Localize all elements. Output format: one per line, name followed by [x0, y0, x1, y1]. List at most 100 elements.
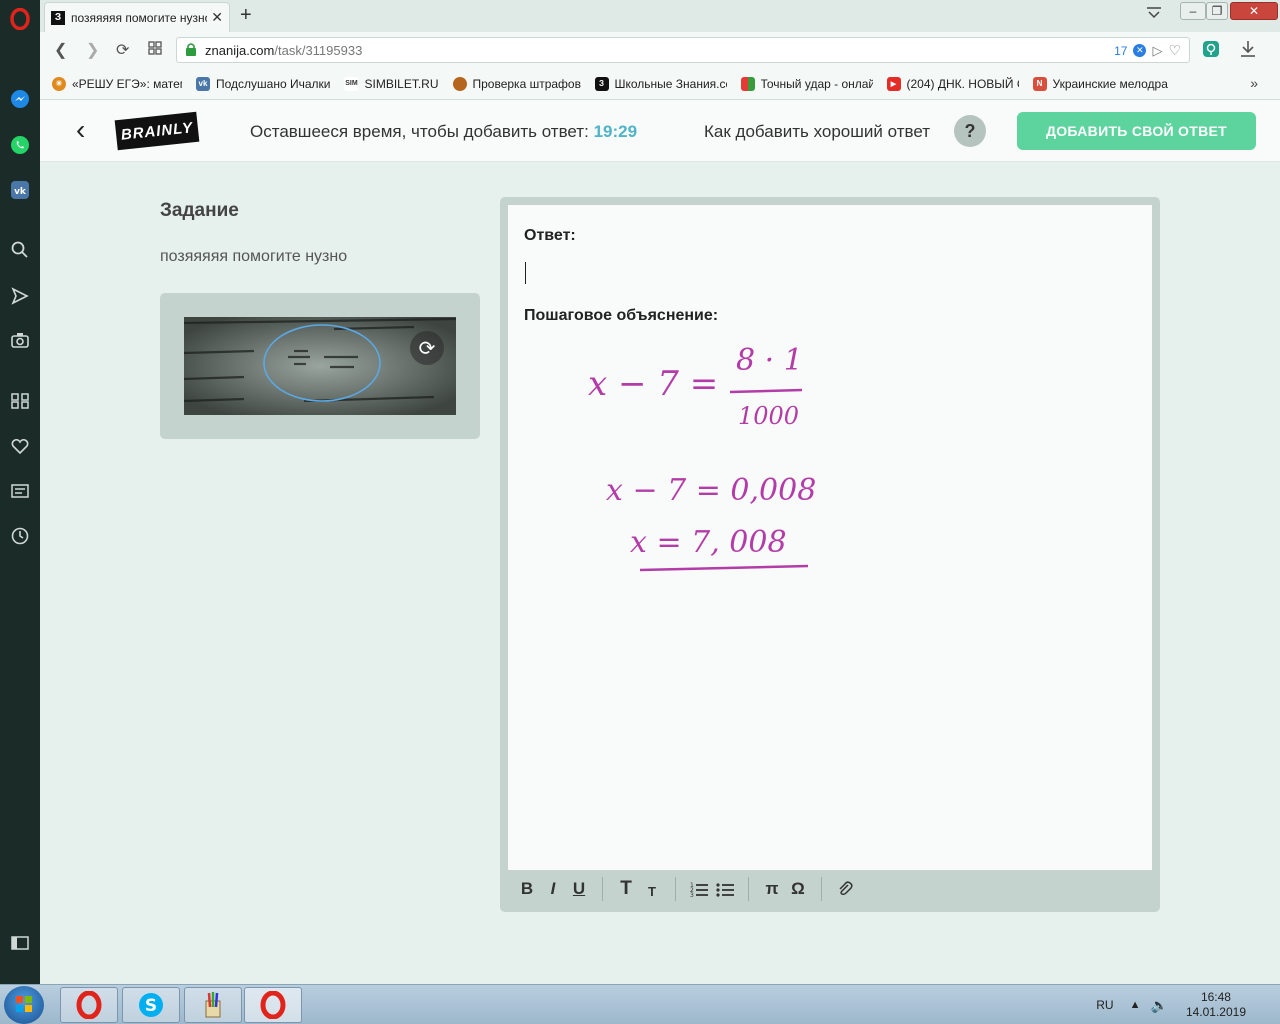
- bookmark-item[interactable]: З Школьные Знания.co: [594, 76, 727, 91]
- close-window-button[interactable]: ✕: [1230, 2, 1278, 20]
- back-arrow-icon[interactable]: ‹: [76, 114, 85, 146]
- how-to-answer-link[interactable]: Как добавить хороший ответ: [704, 122, 930, 142]
- opera-sidebar: vk: [0, 0, 40, 984]
- brainly-logo[interactable]: BRAINLY: [114, 111, 200, 151]
- address-bar[interactable]: znanija.com/task/31195933 17 ✕ ▷ ♡: [176, 37, 1190, 63]
- brainly-header: ‹ BRAINLY Оставшееся время, чтобы добави…: [40, 100, 1280, 162]
- clock-time: 16:48: [1200, 990, 1231, 1004]
- heart-icon[interactable]: [0, 431, 40, 461]
- new-tab-icon[interactable]: +: [240, 5, 252, 25]
- attachment-icon[interactable]: [832, 876, 858, 902]
- help-icon[interactable]: ?: [954, 115, 986, 147]
- bookmark-heart-icon[interactable]: ♡: [1168, 42, 1181, 59]
- hw-line1-denominator: 1000: [738, 402, 799, 430]
- restore-button[interactable]: ❐: [1206, 2, 1228, 20]
- answer-frame: Ответ: Пошаговое объяснение: x − 7 = 8 ·…: [500, 197, 1160, 912]
- navigation-bar: ❮ ❯ ⟳ znanija.com/task/31195933 17 ✕ ▷ ♡: [40, 32, 1280, 68]
- heading-large-button[interactable]: T: [613, 876, 639, 902]
- svg-text:vk: vk: [14, 187, 27, 197]
- editor-toolbar: B I U T T 123 π Ω: [508, 870, 1152, 908]
- reload-icon[interactable]: ⟳: [116, 40, 129, 60]
- bookmark-label: Школьные Знания.co: [614, 76, 727, 91]
- volume-icon[interactable]: 🔈: [1151, 997, 1168, 1014]
- n-icon: N: [1032, 76, 1047, 91]
- taskbar-opera-active-icon[interactable]: [244, 987, 302, 1023]
- close-tab-icon[interactable]: ✕: [211, 9, 223, 26]
- hw-underline: [639, 564, 809, 572]
- bookmark-item[interactable]: SIM SIMBILET.RU: [344, 76, 439, 91]
- lock-icon: [185, 42, 197, 59]
- search-icon[interactable]: [0, 235, 40, 265]
- bullet-list-icon[interactable]: [712, 876, 738, 902]
- add-answer-button[interactable]: ДОБАВИТЬ СВОЙ ОТВЕТ: [1017, 112, 1256, 150]
- answer-label: Ответ:: [524, 227, 576, 244]
- speed-dial-icon[interactable]: [0, 386, 40, 416]
- tabs-grid-icon[interactable]: [148, 41, 162, 60]
- more-bookmarks-icon[interactable]: »: [1250, 75, 1258, 91]
- minimize-button[interactable]: –: [1180, 2, 1206, 20]
- timer-text: Оставшееся время, чтобы добавить ответ: …: [250, 122, 637, 142]
- task-photo[interactable]: ⟳: [184, 317, 456, 415]
- main-content: Задание позяяяяя помогите нузно ⟳ Ответ:…: [40, 162, 1280, 984]
- bookmark-item[interactable]: Точный удар - онлай: [740, 76, 873, 91]
- bookmark-label: SIMBILET.RU: [364, 76, 439, 91]
- bookmark-item[interactable]: ☀ «РЕШУ ЕГЭ»: матема: [52, 76, 182, 91]
- ordered-list-icon[interactable]: 123: [686, 876, 712, 902]
- explanation-label: Пошаговое объяснение:: [524, 307, 719, 324]
- taskbar-skype-icon[interactable]: S: [122, 987, 180, 1023]
- hw-line3: x = 7, 008: [630, 525, 787, 560]
- tab-menu-icon[interactable]: [1146, 6, 1162, 25]
- pi-symbol-button[interactable]: π: [759, 876, 785, 902]
- clock[interactable]: 16:48 14.01.2019: [1186, 990, 1246, 1020]
- tab-active[interactable]: З позяяяяя помогите нузно ✕: [44, 2, 230, 32]
- svg-text:3: 3: [690, 892, 694, 897]
- news-icon[interactable]: [0, 476, 40, 506]
- adblock-count[interactable]: 17: [1114, 44, 1127, 58]
- emblem-icon: [452, 76, 467, 91]
- vk-icon[interactable]: vk: [0, 175, 40, 205]
- sidebar-toggle-icon[interactable]: [0, 928, 40, 958]
- url-host: znanija.com: [205, 42, 275, 58]
- omega-symbol-button[interactable]: Ω: [785, 876, 811, 902]
- bold-button[interactable]: B: [514, 876, 540, 902]
- rotate-icon[interactable]: ⟳: [410, 331, 444, 365]
- whatsapp-icon[interactable]: [0, 130, 40, 160]
- hw-line1-numerator: 8 · 1: [736, 343, 803, 378]
- history-icon[interactable]: [0, 521, 40, 551]
- messenger-icon[interactable]: [0, 84, 40, 114]
- tray-arrow-icon[interactable]: ▲: [1130, 999, 1141, 1011]
- toolbar-divider: [602, 877, 603, 901]
- youtube-icon: ▶: [886, 76, 901, 91]
- send-icon[interactable]: [0, 281, 40, 311]
- clock-date: 14.01.2019: [1185, 1005, 1246, 1019]
- start-button[interactable]: [4, 986, 44, 1024]
- hw-line2: x − 7 = 0,008: [606, 473, 816, 508]
- answer-editor[interactable]: Ответ: Пошаговое объяснение: x − 7 = 8 ·…: [508, 205, 1152, 870]
- share-icon[interactable]: ▷: [1152, 43, 1162, 59]
- download-icon[interactable]: [1240, 40, 1256, 63]
- bookmark-label: Подслушано Ичалки: [216, 76, 331, 91]
- opera-menu-icon[interactable]: [0, 4, 40, 34]
- camera-icon[interactable]: [0, 325, 40, 355]
- vpn-icon[interactable]: [1202, 40, 1220, 63]
- back-icon[interactable]: ❮: [54, 40, 67, 60]
- bookmark-label: (204) ДНК. НОВЫЙ С: [906, 76, 1019, 91]
- bookmark-item[interactable]: vk Подслушано Ичалки: [196, 76, 331, 91]
- underline-button[interactable]: U: [566, 876, 592, 902]
- language-indicator[interactable]: RU: [1096, 998, 1113, 1012]
- bookmark-label: «РЕШУ ЕГЭ»: матема: [72, 76, 182, 91]
- hw-line1-left: x − 7 =: [588, 364, 718, 404]
- znanija-favicon-icon: З: [51, 10, 65, 25]
- bookmark-item[interactable]: Проверка штрафов: [452, 76, 581, 91]
- forward-icon[interactable]: ❯: [86, 40, 99, 60]
- taskbar-paint-icon[interactable]: [184, 987, 242, 1023]
- taskbar-opera-icon[interactable]: [60, 987, 118, 1023]
- text-caret: [525, 262, 526, 284]
- bookmark-item[interactable]: ▶ (204) ДНК. НОВЫЙ С: [886, 76, 1019, 91]
- bookmark-item[interactable]: N Украинские мелодра: [1032, 76, 1169, 91]
- sim-icon: SIM: [344, 76, 359, 91]
- adblock-icon[interactable]: ✕: [1133, 44, 1147, 57]
- vk-icon: vk: [196, 76, 210, 91]
- heading-small-button[interactable]: T: [639, 876, 665, 902]
- italic-button[interactable]: I: [540, 876, 566, 902]
